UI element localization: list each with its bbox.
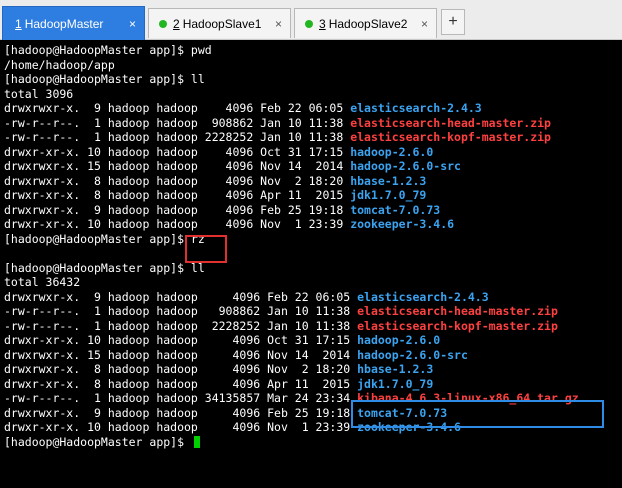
terminal-line-text: drwxrwxr-x. 8 hadoop hadoop 4096 Nov 2 1… xyxy=(4,173,351,188)
terminal-line-text: [hadoop@HadoopMaster app]$ rz xyxy=(4,231,205,246)
connection-status-icon xyxy=(159,19,167,28)
terminal-line: [hadoop@HadoopMaster app]$ rz xyxy=(4,232,205,247)
terminal-line: total 36432 xyxy=(4,275,80,290)
terminal-line: drwxrwxr-x. 15 hadoop hadoop 4096 Nov 14… xyxy=(4,159,461,174)
tab-index: 2 xyxy=(173,16,180,31)
terminal-line-text: drwxrwxr-x. 15 hadoop hadoop 4096 Nov 14… xyxy=(4,159,351,173)
directory-name: hadoop-2.6.0-src xyxy=(350,159,461,173)
new-tab-button[interactable]: + xyxy=(441,9,465,35)
tab-label: HadoopSlave2 xyxy=(328,16,408,31)
terminal-line-text: -rw-r--r--. 1 hadoop hadoop 908862 Jan 1… xyxy=(4,304,358,318)
file-name: elasticsearch-head-master.zip xyxy=(350,115,551,130)
terminal-line: -rw-r--r--. 1 hadoop hadoop 2228252 Jan … xyxy=(4,319,558,334)
terminal-line: drwxr-xr-x. 10 hadoop hadoop 4096 Nov 1 … xyxy=(4,217,454,232)
terminal-line: total 3096 xyxy=(4,87,73,102)
terminal-line-text: [hadoop@HadoopMaster app]$ ll xyxy=(4,72,205,86)
terminal-line: [hadoop@HadoopMaster app]$ ll xyxy=(4,72,205,87)
tab-hadoopslave1[interactable]: 2 HadoopSlave1 × xyxy=(148,8,291,38)
rz-command-highlight xyxy=(185,235,227,263)
terminal-line: -rw-r--r--. 1 hadoop hadoop 908862 Jan 1… xyxy=(4,304,558,319)
terminal-line-text: drwxrwxr-x. 15 hadoop hadoop 4096 Nov 14… xyxy=(4,347,358,362)
terminal-line-text: drwxr-xr-x. 10 hadoop hadoop 4096 Oct 31… xyxy=(4,144,351,159)
directory-name: zookeeper-3.4.6 xyxy=(350,217,455,231)
cursor-block xyxy=(193,436,200,448)
tab-bar: 1 HadoopMaster × 2 HadoopSlave1 × 3 Hado… xyxy=(0,0,622,40)
terminal-line-text: drwxr-xr-x. 8 hadoop hadoop 4096 Apr 11 … xyxy=(4,376,358,391)
terminal-line-text: drwxrwxr-x. 9 hadoop hadoop 4096 Feb 25 … xyxy=(4,405,358,420)
terminal-line-text: drwxr-xr-x. 10 hadoop hadoop 4096 Nov 1 … xyxy=(4,420,358,434)
terminal-line-text: -rw-r--r--. 1 hadoop hadoop 2228252 Jan … xyxy=(4,130,351,144)
terminal-line-text: -rw-r--r--. 1 hadoop hadoop 34135857 Mar… xyxy=(4,391,358,405)
terminal-line-text: drwxrwxr-x. 8 hadoop hadoop 4096 Nov 2 1… xyxy=(4,362,358,376)
terminal-line: drwxr-xr-x. 10 hadoop hadoop 4096 Oct 31… xyxy=(4,145,433,160)
directory-name: tomcat-7.0.73 xyxy=(350,202,441,217)
tab-label: HadoopMaster xyxy=(24,16,104,31)
terminal-line: drwxrwxr-x. 9 hadoop hadoop 4096 Feb 22 … xyxy=(4,101,482,116)
terminal-line: drwxr-xr-x. 8 hadoop hadoop 4096 Apr 11 … xyxy=(4,377,433,392)
directory-name: elasticsearch-2.4.3 xyxy=(357,289,489,304)
file-name: elasticsearch-kopf-master.zip xyxy=(350,130,551,144)
close-icon[interactable]: × xyxy=(129,17,136,31)
terminal-line: /home/hadoop/app xyxy=(4,58,115,73)
terminal-line-text: drwxr-xr-x. 10 hadoop hadoop 4096 Nov 1 … xyxy=(4,217,351,231)
close-icon[interactable]: × xyxy=(421,17,428,31)
terminal-line: drwxrwxr-x. 8 hadoop hadoop 4096 Nov 2 1… xyxy=(4,362,433,377)
terminal-line: -rw-r--r--. 1 hadoop hadoop 2228252 Jan … xyxy=(4,130,551,145)
tab-index: 1 xyxy=(15,16,22,31)
directory-name: hadoop-2.6.0 xyxy=(357,333,441,347)
terminal-line-text: drwxrwxr-x. 9 hadoop hadoop 4096 Feb 25 … xyxy=(4,202,351,217)
terminal-line-text: drwxr-xr-x. 8 hadoop hadoop 4096 Apr 11 … xyxy=(4,188,351,202)
terminal-line-text: /home/hadoop/app xyxy=(4,57,115,72)
terminal-line-text: drwxrwxr-x. 9 hadoop hadoop 4096 Feb 22 … xyxy=(4,101,351,115)
directory-name: jdk1.7.0_79 xyxy=(357,376,434,391)
terminal-line-text: total 3096 xyxy=(4,86,74,101)
terminal-line: drwxr-xr-x. 10 hadoop hadoop 4096 Oct 31… xyxy=(4,333,440,348)
file-name: elasticsearch-kopf-master.zip xyxy=(357,318,558,333)
tab-hadoopslave2[interactable]: 3 HadoopSlave2 × xyxy=(294,8,437,38)
terminal-line-text: -rw-r--r--. 1 hadoop hadoop 908862 Jan 1… xyxy=(4,115,351,130)
terminal-line-text: -rw-r--r--. 1 hadoop hadoop 2228252 Jan … xyxy=(4,318,358,333)
terminal-line: drwxr-xr-x. 8 hadoop hadoop 4096 Apr 11 … xyxy=(4,188,426,203)
terminal-line-text: [hadoop@HadoopMaster app]$ ll xyxy=(4,260,205,275)
tab-index: 3 xyxy=(319,16,326,31)
terminal-line: drwxrwxr-x. 15 hadoop hadoop 4096 Nov 14… xyxy=(4,348,468,363)
terminal-line: [hadoop@HadoopMaster app]$ pwd xyxy=(4,43,212,58)
directory-name: hbase-1.2.3 xyxy=(350,173,427,188)
terminal-line-text: [hadoop@HadoopMaster app]$ pwd xyxy=(4,43,212,57)
close-icon[interactable]: × xyxy=(275,17,282,31)
directory-name: elasticsearch-2.4.3 xyxy=(350,101,482,115)
terminal-line-text: total 36432 xyxy=(4,275,81,289)
terminal-line: -rw-r--r--. 1 hadoop hadoop 908862 Jan 1… xyxy=(4,116,551,131)
directory-name: jdk1.7.0_79 xyxy=(350,188,427,202)
connection-status-icon xyxy=(305,19,313,28)
tab-label: HadoopSlave1 xyxy=(182,16,262,31)
terminal-line: [hadoop@HadoopMaster app]$ xyxy=(4,435,200,450)
terminal-line: drwxrwxr-x. 8 hadoop hadoop 4096 Nov 2 1… xyxy=(4,174,426,189)
terminal-line-text: drwxr-xr-x. 10 hadoop hadoop 4096 Oct 31… xyxy=(4,333,358,347)
tab-hadoopmaster[interactable]: 1 HadoopMaster × xyxy=(2,6,145,40)
terminal-line: [hadoop@HadoopMaster app]$ ll xyxy=(4,261,205,276)
directory-name: hadoop-2.6.0 xyxy=(350,144,434,159)
directory-name: hadoop-2.6.0-src xyxy=(357,347,468,362)
directory-name: hbase-1.2.3 xyxy=(357,362,434,376)
terminal-line: drwxrwxr-x. 9 hadoop hadoop 4096 Feb 22 … xyxy=(4,290,489,305)
file-name: elasticsearch-head-master.zip xyxy=(357,304,558,318)
terminal-line-text: [hadoop@HadoopMaster app]$ xyxy=(4,434,191,449)
terminal-line-text: drwxrwxr-x. 9 hadoop hadoop 4096 Feb 22 … xyxy=(4,289,358,304)
terminal-line: drwxrwxr-x. 9 hadoop hadoop 4096 Feb 25 … xyxy=(4,203,440,218)
kibana-file-highlight xyxy=(351,400,604,428)
